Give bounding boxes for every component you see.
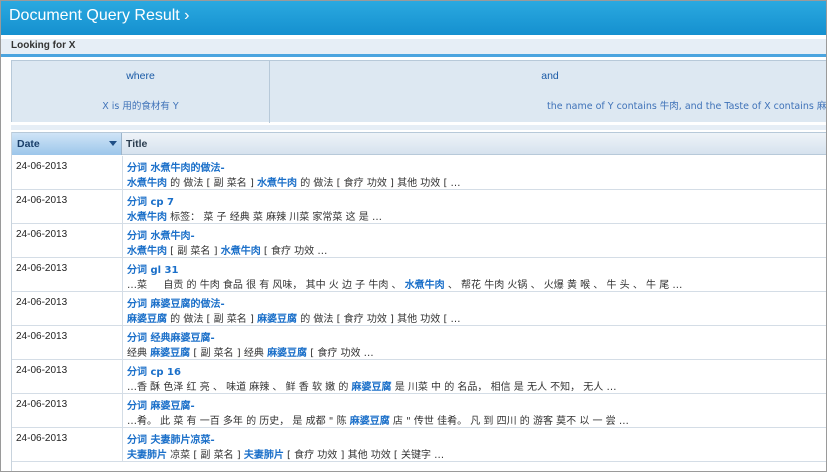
column-divider <box>122 224 123 258</box>
table-row[interactable]: 24-06-2013 分词 水煮牛肉的做法- 水煮牛肉 的 做法 [ 副 菜名 ] … <box>12 156 826 190</box>
row-date: 24-06-2013 <box>16 263 68 274</box>
row-snippet: 经典 麻婆豆腐 [ 副 菜名 ] 经典 麻婆豆腐 [ 食疗 功效 … <box>127 348 374 359</box>
row-date: 24-06-2013 <box>16 195 68 206</box>
title-bar: Document Query Result › <box>1 1 826 35</box>
column-divider <box>122 190 123 224</box>
column-divider <box>122 360 123 394</box>
column-divider <box>122 326 123 360</box>
row-date: 24-06-2013 <box>16 229 68 240</box>
table-row[interactable]: 24-06-2013 分词 gl 31 …菜 自贡 的 牛肉 食品 很 有 风味， … <box>12 258 826 292</box>
row-date: 24-06-2013 <box>16 399 68 410</box>
row-date: 24-06-2013 <box>16 297 68 308</box>
table-row[interactable]: 24-06-2013 分词 经典麻婆豆腐- 经典 麻婆豆腐 [ 副 菜名 ] 经典 … <box>12 326 826 360</box>
column-divider <box>122 394 123 428</box>
table-header: Date Title <box>12 132 826 155</box>
date-column-header[interactable]: Date <box>12 133 122 155</box>
where-clause: where X is 用的食材有 Y <box>12 61 270 123</box>
title-column-header[interactable]: Title <box>126 138 147 150</box>
row-title-link[interactable]: 分词 cp 7 <box>127 193 174 208</box>
column-divider <box>122 292 123 326</box>
row-snippet: …香 酥 色泽 红 亮 、 味道 麻辣 、 鲜 香 软 嫩 的 麻婆豆腐 是 川… <box>127 382 617 393</box>
table-row[interactable]: 24-06-2013 分词 夫妻肺片凉菜- 夫妻肺片 凉菜 [ 副 菜名 ] 夫妻肺… <box>12 428 826 462</box>
date-header-label: Date <box>17 138 40 150</box>
where-text: X is 用的食材有 Y <box>102 101 179 112</box>
row-snippet: 水煮牛肉 的 做法 [ 副 菜名 ] 水煮牛肉 的 做法 [ 食疗 功效 ] 其… <box>127 178 461 189</box>
row-date: 24-06-2013 <box>16 161 68 172</box>
table-row[interactable]: 24-06-2013 分词 cp 7 水煮牛肉 标签： 菜 子 经典 菜 麻辣 川菜… <box>12 190 826 224</box>
row-title-link[interactable]: 分词 麻婆豆腐的做法- <box>127 295 225 310</box>
and-label: and <box>541 70 559 82</box>
column-divider <box>122 428 123 462</box>
window-title[interactable]: Document Query Result › <box>9 7 190 25</box>
row-date: 24-06-2013 <box>16 433 68 444</box>
row-title-link[interactable]: 分词 gl 31 <box>127 261 178 276</box>
column-divider <box>122 156 123 190</box>
column-divider <box>122 258 123 292</box>
looking-for-label: Looking for X <box>11 40 76 51</box>
row-title-link[interactable]: 分词 经典麻婆豆腐- <box>127 329 215 344</box>
table-row[interactable]: 24-06-2013 分词 水煮牛肉- 水煮牛肉 [ 副 菜名 ] 水煮牛肉 [ 食… <box>12 224 826 258</box>
row-snippet: 水煮牛肉 [ 副 菜名 ] 水煮牛肉 [ 食疗 功效 … <box>127 246 328 257</box>
looking-for-bar: Looking for X <box>1 39 826 57</box>
query-panel: where X is 用的食材有 Y and the name of Y con… <box>11 60 827 123</box>
row-title-link[interactable]: 分词 cp 16 <box>127 363 181 378</box>
row-date: 24-06-2013 <box>16 365 68 376</box>
table-row[interactable]: 24-06-2013 分词 cp 16 …香 酥 色泽 红 亮 、 味道 麻辣 、 … <box>12 360 826 394</box>
sort-down-icon[interactable] <box>109 141 117 146</box>
results-table: Date Title 24-06-2013 分词 水煮牛肉的做法- 水煮牛肉 的 做… <box>11 132 826 471</box>
row-snippet: 夫妻肺片 凉菜 [ 副 菜名 ] 夫妻肺片 [ 食疗 功效 ] 其他 功效 [ … <box>127 450 445 461</box>
divider <box>11 125 826 130</box>
row-snippet: …菜 自贡 的 牛肉 食品 很 有 风味， 其中 火 边 子 牛肉 、 水煮牛肉… <box>127 280 683 291</box>
table-row[interactable]: 24-06-2013 分词 麻婆豆腐- …肴。 此 菜 有 一百 多年 的 历史， … <box>12 394 826 428</box>
and-clause: and the name of Y contains 牛肉, and the T… <box>271 61 827 123</box>
and-text: the name of Y contains 牛肉, and the Taste… <box>547 101 827 112</box>
row-snippet: …肴。 此 菜 有 一百 多年 的 历史， 是 成都 " 陈 麻婆豆腐 店 " … <box>127 416 629 427</box>
row-title-link[interactable]: 分词 水煮牛肉- <box>127 227 195 242</box>
table-row[interactable]: 24-06-2013 分词 麻婆豆腐的做法- 麻婆豆腐 的 做法 [ 副 菜名 ] … <box>12 292 826 326</box>
row-snippet: 麻婆豆腐 的 做法 [ 副 菜名 ] 麻婆豆腐 的 做法 [ 食疗 功效 ] 其… <box>127 314 461 325</box>
row-title-link[interactable]: 分词 水煮牛肉的做法- <box>127 159 225 174</box>
query-result-window: Document Query Result › Looking for X wh… <box>0 0 827 472</box>
row-title-link[interactable]: 分词 麻婆豆腐- <box>127 397 195 412</box>
row-title-link[interactable]: 分词 夫妻肺片凉菜- <box>127 431 215 446</box>
where-label: where <box>126 70 155 82</box>
row-snippet: 水煮牛肉 标签： 菜 子 经典 菜 麻辣 川菜 家常菜 这 是 … <box>127 212 382 223</box>
row-date: 24-06-2013 <box>16 331 68 342</box>
